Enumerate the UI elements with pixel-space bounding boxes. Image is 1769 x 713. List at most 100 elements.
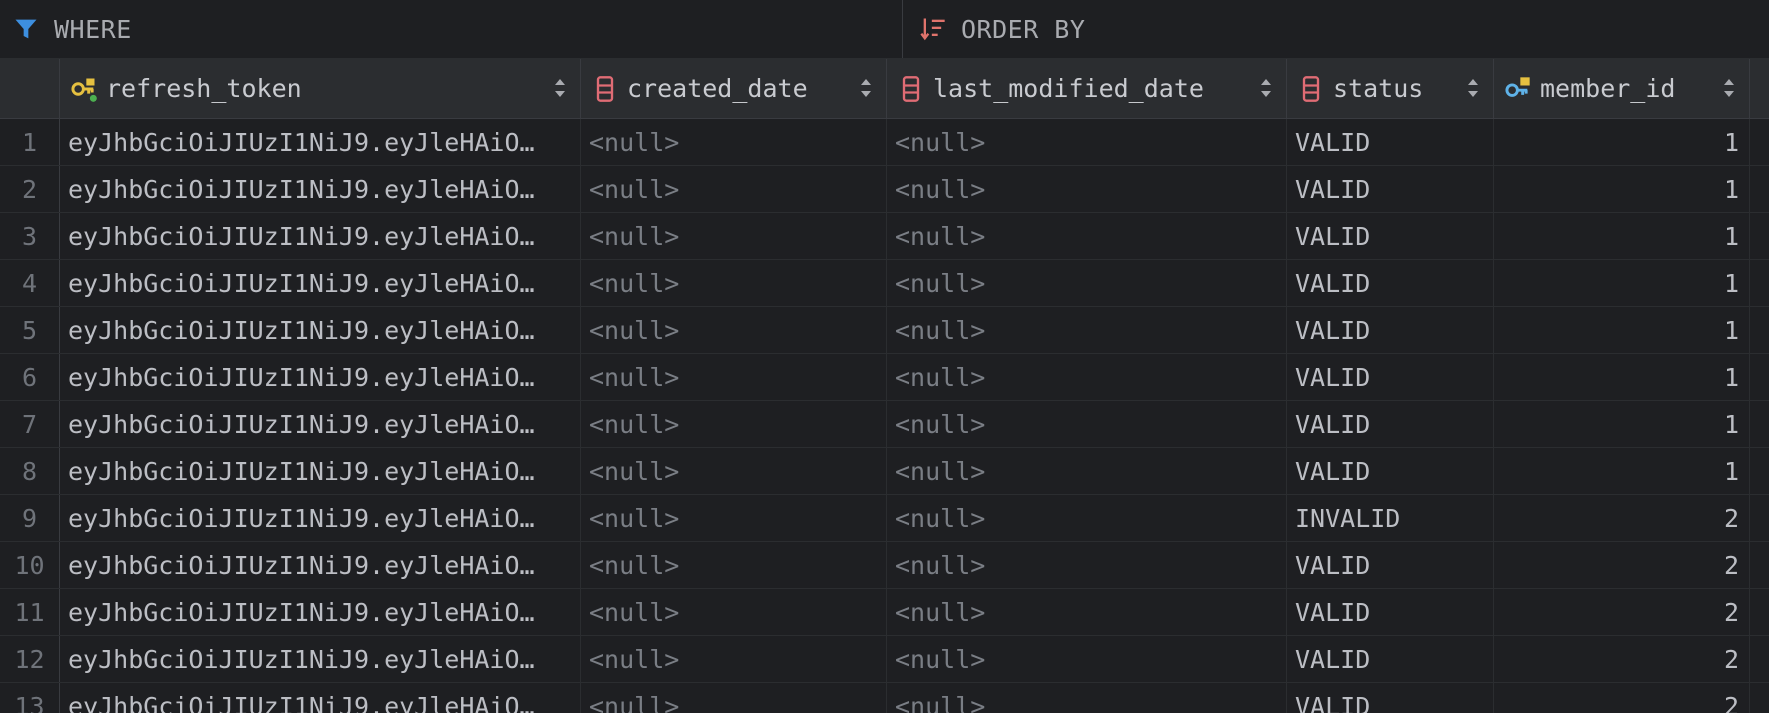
cell-refresh-token[interactable]: eyJhbGciOiJIUzI1NiJ9.eyJleHAiO…	[60, 495, 581, 541]
cell-created-date[interactable]: <null>	[581, 495, 887, 541]
cell-created-date[interactable]: <null>	[581, 213, 887, 259]
cell-status[interactable]: VALID	[1287, 589, 1494, 635]
sort-arrows-icon[interactable]	[1723, 77, 1735, 99]
column-name: last_modified_date	[933, 74, 1204, 103]
cell-status[interactable]: VALID	[1287, 448, 1494, 494]
cell-status[interactable]: VALID	[1287, 683, 1494, 713]
cell-last-modified-date[interactable]: <null>	[887, 683, 1287, 713]
cell-status[interactable]: VALID	[1287, 213, 1494, 259]
column-name: status	[1333, 74, 1424, 103]
cell-member-id[interactable]: 2	[1494, 589, 1750, 635]
sort-arrows-icon[interactable]	[860, 77, 872, 99]
cell-created-date[interactable]: <null>	[581, 166, 887, 212]
cell-refresh-token[interactable]: eyJhbGciOiJIUzI1NiJ9.eyJleHAiO…	[60, 119, 581, 165]
cell-created-date[interactable]: <null>	[581, 260, 887, 306]
table-row[interactable]: 5 eyJhbGciOiJIUzI1NiJ9.eyJleHAiO… <null>…	[0, 307, 1769, 354]
row-number: 9	[0, 495, 60, 541]
cell-created-date[interactable]: <null>	[581, 589, 887, 635]
cell-created-date[interactable]: <null>	[581, 542, 887, 588]
cell-created-date[interactable]: <null>	[581, 448, 887, 494]
cell-last-modified-date[interactable]: <null>	[887, 401, 1287, 447]
cell-last-modified-date[interactable]: <null>	[887, 119, 1287, 165]
cell-refresh-token[interactable]: eyJhbGciOiJIUzI1NiJ9.eyJleHAiO…	[60, 260, 581, 306]
table-row[interactable]: 1 eyJhbGciOiJIUzI1NiJ9.eyJleHAiO… <null>…	[0, 119, 1769, 166]
cell-last-modified-date[interactable]: <null>	[887, 354, 1287, 400]
cell-member-id[interactable]: 1	[1494, 213, 1750, 259]
cell-last-modified-date[interactable]: <null>	[887, 589, 1287, 635]
cell-member-id[interactable]: 1	[1494, 401, 1750, 447]
cell-status[interactable]: INVALID	[1287, 495, 1494, 541]
cell-last-modified-date[interactable]: <null>	[887, 636, 1287, 682]
cell-last-modified-date[interactable]: <null>	[887, 307, 1287, 353]
cell-refresh-token[interactable]: eyJhbGciOiJIUzI1NiJ9.eyJleHAiO…	[60, 213, 581, 259]
cell-status[interactable]: VALID	[1287, 307, 1494, 353]
table-row[interactable]: 13 eyJhbGciOiJIUzI1NiJ9.eyJleHAiO… <null…	[0, 683, 1769, 713]
cell-refresh-token[interactable]: eyJhbGciOiJIUzI1NiJ9.eyJleHAiO…	[60, 448, 581, 494]
cell-status[interactable]: VALID	[1287, 542, 1494, 588]
cell-member-id[interactable]: 2	[1494, 683, 1750, 713]
order-by-field[interactable]: ORDER BY	[903, 0, 1769, 58]
sort-arrows-icon[interactable]	[1467, 77, 1479, 99]
cell-last-modified-date[interactable]: <null>	[887, 495, 1287, 541]
filter-bar: WHERE ORDER BY	[0, 0, 1769, 59]
cell-status[interactable]: VALID	[1287, 636, 1494, 682]
table-row[interactable]: 12 eyJhbGciOiJIUzI1NiJ9.eyJleHAiO… <null…	[0, 636, 1769, 683]
table-row[interactable]: 2 eyJhbGciOiJIUzI1NiJ9.eyJleHAiO… <null>…	[0, 166, 1769, 213]
table-body: 1 eyJhbGciOiJIUzI1NiJ9.eyJleHAiO… <null>…	[0, 119, 1769, 713]
cell-member-id[interactable]: 1	[1494, 260, 1750, 306]
cell-member-id[interactable]: 1	[1494, 354, 1750, 400]
cell-refresh-token[interactable]: eyJhbGciOiJIUzI1NiJ9.eyJleHAiO…	[60, 354, 581, 400]
table-row[interactable]: 6 eyJhbGciOiJIUzI1NiJ9.eyJleHAiO… <null>…	[0, 354, 1769, 401]
cell-refresh-token[interactable]: eyJhbGciOiJIUzI1NiJ9.eyJleHAiO…	[60, 166, 581, 212]
column-header-last-modified-date[interactable]: last_modified_date	[887, 59, 1287, 118]
row-number: 3	[0, 213, 60, 259]
cell-member-id[interactable]: 1	[1494, 119, 1750, 165]
cell-created-date[interactable]: <null>	[581, 354, 887, 400]
row-number: 6	[0, 354, 60, 400]
cell-created-date[interactable]: <null>	[581, 119, 887, 165]
cell-refresh-token[interactable]: eyJhbGciOiJIUzI1NiJ9.eyJleHAiO…	[60, 542, 581, 588]
column-header-status[interactable]: status	[1287, 59, 1494, 118]
sort-arrows-icon[interactable]	[1260, 77, 1272, 99]
cell-created-date[interactable]: <null>	[581, 636, 887, 682]
cell-status[interactable]: VALID	[1287, 260, 1494, 306]
cell-refresh-token[interactable]: eyJhbGciOiJIUzI1NiJ9.eyJleHAiO…	[60, 683, 581, 713]
cell-refresh-token[interactable]: eyJhbGciOiJIUzI1NiJ9.eyJleHAiO…	[60, 636, 581, 682]
column-header-refresh-token[interactable]: refresh_token	[60, 59, 581, 118]
sort-arrows-icon[interactable]	[554, 77, 566, 99]
column-icon	[902, 75, 920, 102]
table-row[interactable]: 9 eyJhbGciOiJIUzI1NiJ9.eyJleHAiO… <null>…	[0, 495, 1769, 542]
table-row[interactable]: 11 eyJhbGciOiJIUzI1NiJ9.eyJleHAiO… <null…	[0, 589, 1769, 636]
table-row[interactable]: 3 eyJhbGciOiJIUzI1NiJ9.eyJleHAiO… <null>…	[0, 213, 1769, 260]
cell-member-id[interactable]: 2	[1494, 542, 1750, 588]
column-header-created-date[interactable]: created_date	[581, 59, 887, 118]
cell-created-date[interactable]: <null>	[581, 401, 887, 447]
cell-last-modified-date[interactable]: <null>	[887, 260, 1287, 306]
cell-last-modified-date[interactable]: <null>	[887, 166, 1287, 212]
cell-status[interactable]: VALID	[1287, 166, 1494, 212]
cell-refresh-token[interactable]: eyJhbGciOiJIUzI1NiJ9.eyJleHAiO…	[60, 307, 581, 353]
cell-created-date[interactable]: <null>	[581, 683, 887, 713]
table-row[interactable]: 7 eyJhbGciOiJIUzI1NiJ9.eyJleHAiO… <null>…	[0, 401, 1769, 448]
cell-refresh-token[interactable]: eyJhbGciOiJIUzI1NiJ9.eyJleHAiO…	[60, 589, 581, 635]
column-header-member-id[interactable]: member_id	[1494, 59, 1750, 118]
row-number: 11	[0, 589, 60, 635]
cell-last-modified-date[interactable]: <null>	[887, 448, 1287, 494]
foreign-key-icon	[1505, 76, 1530, 97]
cell-created-date[interactable]: <null>	[581, 307, 887, 353]
where-filter-field[interactable]: WHERE	[0, 0, 903, 58]
cell-refresh-token[interactable]: eyJhbGciOiJIUzI1NiJ9.eyJleHAiO…	[60, 401, 581, 447]
cell-status[interactable]: VALID	[1287, 119, 1494, 165]
table-row[interactable]: 8 eyJhbGciOiJIUzI1NiJ9.eyJleHAiO… <null>…	[0, 448, 1769, 495]
cell-member-id[interactable]: 1	[1494, 166, 1750, 212]
cell-last-modified-date[interactable]: <null>	[887, 542, 1287, 588]
table-row[interactable]: 4 eyJhbGciOiJIUzI1NiJ9.eyJleHAiO… <null>…	[0, 260, 1769, 307]
cell-member-id[interactable]: 1	[1494, 307, 1750, 353]
cell-member-id[interactable]: 2	[1494, 636, 1750, 682]
cell-member-id[interactable]: 2	[1494, 495, 1750, 541]
cell-status[interactable]: VALID	[1287, 354, 1494, 400]
cell-member-id[interactable]: 1	[1494, 448, 1750, 494]
table-row[interactable]: 10 eyJhbGciOiJIUzI1NiJ9.eyJleHAiO… <null…	[0, 542, 1769, 589]
cell-status[interactable]: VALID	[1287, 401, 1494, 447]
cell-last-modified-date[interactable]: <null>	[887, 213, 1287, 259]
